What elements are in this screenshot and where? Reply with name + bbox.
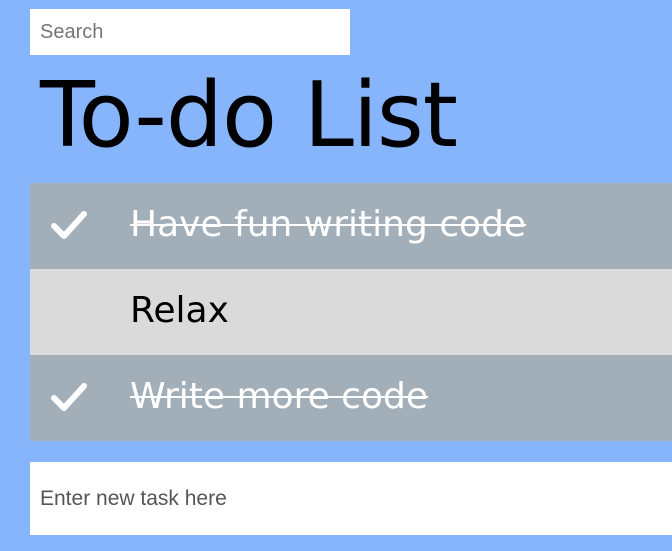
todo-label: Relax bbox=[130, 290, 229, 331]
check-icon[interactable] bbox=[50, 206, 88, 244]
todo-list: Have fun writing code Relax Write more c… bbox=[30, 183, 672, 441]
new-task-input[interactable] bbox=[30, 462, 672, 535]
search-box bbox=[30, 9, 350, 55]
todo-item[interactable]: Write more code bbox=[30, 355, 672, 441]
todo-item[interactable]: Relax bbox=[30, 269, 672, 355]
todo-item[interactable]: Have fun writing code bbox=[30, 183, 672, 269]
todo-label: Have fun writing code bbox=[130, 204, 527, 245]
todo-app: To-do List Have fun writing code Relax W… bbox=[0, 0, 672, 551]
search-input[interactable] bbox=[30, 9, 350, 55]
todo-label: Write more code bbox=[130, 376, 429, 417]
page-title: To-do List bbox=[40, 63, 458, 168]
new-task-box bbox=[30, 462, 672, 535]
check-icon[interactable] bbox=[50, 378, 88, 416]
